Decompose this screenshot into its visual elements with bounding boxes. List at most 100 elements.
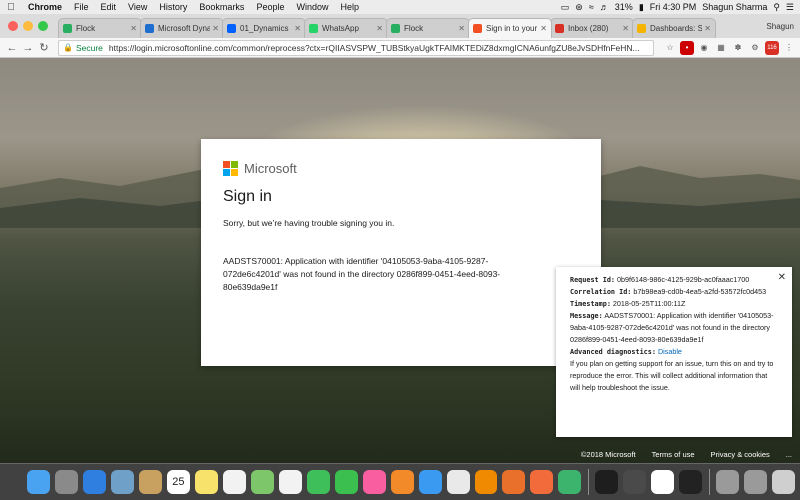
minimize-window-button[interactable]	[23, 21, 33, 31]
tab-title: Dashboards: S	[650, 24, 703, 33]
browser-tab[interactable]: Dashboards: S ✕	[632, 18, 716, 38]
reminders-icon[interactable]	[222, 470, 246, 494]
chrome-menu-icon[interactable]: ⋮	[782, 41, 796, 55]
advanced-diagnostics-label: Advanced diagnostics:	[570, 348, 656, 356]
tab-favicon-icon	[555, 24, 564, 33]
forward-icon[interactable]: →	[20, 42, 36, 54]
cortana-icon[interactable]	[679, 470, 703, 494]
browser-tab[interactable]: Microsoft Dyna ✕	[140, 18, 224, 38]
tab-close-icon[interactable]: ✕	[376, 24, 383, 33]
tab-close-icon[interactable]: ✕	[294, 24, 301, 33]
postman-icon[interactable]	[530, 470, 554, 494]
tab-close-icon[interactable]: ✕	[212, 24, 219, 33]
contacts-icon[interactable]	[138, 470, 162, 494]
itunes-icon[interactable]	[362, 470, 386, 494]
reload-icon[interactable]: ↻	[36, 41, 52, 54]
trash-icon[interactable]	[772, 470, 796, 494]
menu-window[interactable]: Window	[290, 2, 334, 12]
menu-help[interactable]: Help	[334, 2, 365, 12]
browser-tab[interactable]: 01_Dynamics ✕	[222, 18, 306, 38]
messages-icon[interactable]	[306, 470, 330, 494]
menu-bookmarks[interactable]: Bookmarks	[193, 2, 250, 12]
back-icon[interactable]: ←	[4, 42, 20, 54]
notes-icon[interactable]	[194, 470, 218, 494]
tab-close-icon[interactable]: ✕	[704, 24, 711, 33]
tab-close-icon[interactable]: ✕	[540, 24, 547, 33]
menu-people[interactable]: People	[250, 2, 290, 12]
tab-title: 01_Dynamics	[240, 24, 289, 33]
extension-icon[interactable]: ◉	[697, 41, 711, 55]
firefox-icon[interactable]	[502, 470, 526, 494]
privacy-cookies-link[interactable]: Privacy & cookies	[711, 450, 770, 459]
zoom-window-button[interactable]	[38, 21, 48, 31]
tab-close-icon[interactable]: ✕	[622, 24, 629, 33]
address-bar[interactable]: 🔒 Secure https://login.microsoftonline.c…	[58, 39, 654, 56]
bookmark-star-icon[interactable]: ☆	[663, 41, 677, 55]
tab-favicon-icon	[391, 24, 400, 33]
terms-of-use-link[interactable]: Terms of use	[652, 450, 695, 459]
app-store-icon[interactable]	[418, 470, 442, 494]
volume-icon[interactable]: ♬	[600, 2, 609, 12]
slack-icon[interactable]	[651, 470, 675, 494]
menu-history[interactable]: History	[153, 2, 193, 12]
calendar-icon[interactable]: 25	[166, 470, 190, 494]
close-window-button[interactable]	[8, 21, 18, 31]
battery-percent[interactable]: 31%	[615, 2, 633, 12]
terminal-icon[interactable]	[595, 470, 619, 494]
lastpass-extension-icon[interactable]: •	[680, 40, 694, 55]
extension-icon-4[interactable]: ⚙	[748, 41, 762, 55]
tab-title: Flock	[404, 24, 424, 33]
timestamp-value: 2018-05-25T11:00:11Z	[612, 299, 686, 308]
tab-title: Inbox (280)	[568, 24, 609, 33]
page-title: Sign in	[223, 188, 272, 205]
vlc-icon[interactable]	[474, 470, 498, 494]
error-summary: Sorry, but we’re having trouble signing …	[223, 218, 395, 228]
launchpad-icon[interactable]	[54, 470, 78, 494]
menu-file[interactable]: File	[68, 2, 95, 12]
facetime-icon[interactable]	[334, 470, 358, 494]
browser-tab[interactable]: Flock ✕	[386, 18, 470, 38]
chrome-icon[interactable]	[446, 470, 470, 494]
close-icon[interactable]: ✕	[778, 272, 786, 284]
maps-icon[interactable]	[250, 470, 274, 494]
search-icon[interactable]: ⚲	[773, 2, 780, 13]
battery-icon[interactable]: ▮	[639, 2, 644, 13]
tab-favicon-icon	[227, 24, 236, 33]
extension-icon-3[interactable]: ✽	[731, 41, 745, 55]
advanced-diagnostics-note: If you plan on getting support for an is…	[570, 359, 774, 392]
tab-close-icon[interactable]: ✕	[458, 24, 465, 33]
browser-tab[interactable]: WhatsApp ✕	[304, 18, 388, 38]
apple-menu-icon[interactable]: 	[0, 2, 22, 13]
profile-button[interactable]: Shagun	[766, 22, 794, 31]
finder-icon[interactable]	[27, 470, 50, 494]
notification-center-icon[interactable]: ☰	[786, 2, 794, 13]
downloads-stack-icon[interactable]	[716, 470, 740, 494]
clock[interactable]: Fri 4:30 PM	[650, 2, 697, 12]
tab-favicon-icon	[145, 24, 154, 33]
menu-view[interactable]: View	[122, 2, 153, 12]
ibooks-icon[interactable]	[390, 470, 414, 494]
disable-diagnostics-link[interactable]: Disable	[658, 347, 682, 356]
more-options-icon[interactable]: ...	[786, 450, 792, 459]
bluetooth-icon[interactable]: ⊛	[575, 2, 583, 13]
wifi-icon[interactable]: ≈	[589, 2, 594, 12]
cast-icon[interactable]: ▭	[561, 2, 570, 13]
menu-edit[interactable]: Edit	[95, 2, 123, 12]
browser-tab[interactable]: Inbox (280) ✕	[550, 18, 634, 38]
photos-icon[interactable]	[278, 470, 302, 494]
tab-close-icon[interactable]: ✕	[130, 24, 137, 33]
flock-icon[interactable]	[558, 470, 582, 494]
browser-tab[interactable]: Flock ✕	[58, 18, 142, 38]
safari-icon[interactable]	[82, 470, 106, 494]
gmail-extension-icon[interactable]: 116	[765, 40, 779, 55]
sublime-icon[interactable]	[623, 470, 647, 494]
current-user[interactable]: Shagun Sharma	[702, 2, 767, 12]
extension-icon-2[interactable]: ▦	[714, 41, 728, 55]
timestamp-label: Timestamp:	[570, 300, 611, 308]
secure-label: Secure	[75, 42, 103, 53]
dock-separator	[588, 469, 590, 495]
browser-tab[interactable]: Sign in to your ✕	[468, 18, 552, 38]
preview-icon[interactable]	[110, 470, 134, 494]
menu-chrome[interactable]: Chrome	[22, 2, 68, 12]
documents-stack-icon[interactable]	[744, 470, 768, 494]
